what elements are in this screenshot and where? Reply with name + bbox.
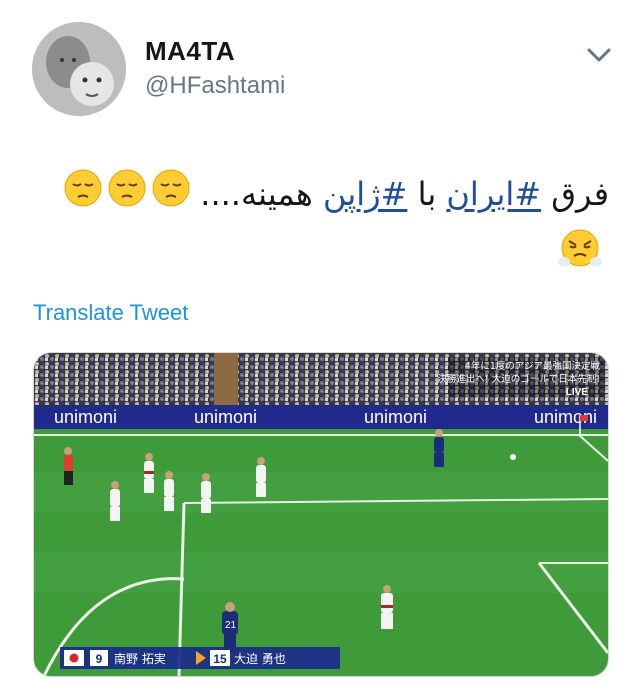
ad-board-text: unimoni [194, 407, 257, 427]
pensive-face-icon [64, 168, 102, 224]
ad-board-text: unimoni [364, 407, 427, 427]
player-2-number: 15 [213, 652, 227, 666]
pensive-face-icon [108, 168, 146, 224]
tweet-text: فرق #ایران با #ژاپن همینه.... [19, 166, 609, 224]
face-with-steam-icon [558, 228, 602, 275]
pensive-face-icon [152, 168, 190, 224]
player-1-number: 9 [96, 652, 103, 666]
tweet-text-end: همینه.... [200, 175, 323, 213]
player-2-name: 大迫 勇也 [234, 652, 286, 666]
user-handle[interactable]: @HFashtami [145, 72, 285, 100]
ad-board-text: unimoni [54, 407, 117, 427]
jersey-number: 21 [225, 620, 237, 631]
broadcast-caption: 4年に1度のアジア最強国決定戦 [465, 360, 601, 372]
tweet-text-middle: با [407, 175, 447, 213]
broadcast-caption: 決勝進出へ! 大迫のゴールで日本先制! [437, 373, 600, 385]
chevron-down-icon[interactable] [584, 44, 614, 66]
player-1-name: 南野 拓実 [114, 651, 166, 666]
tweet-text-start: فرق [541, 175, 609, 213]
tweet-media-image[interactable]: unimoni unimoni unimoni unimoni 21 4年に1度… [33, 352, 609, 677]
hashtag-japan[interactable]: #ژاپن [323, 175, 407, 213]
live-label: LIVE [566, 387, 589, 398]
soccer-broadcast-frame: unimoni unimoni unimoni unimoni 21 4年に1度… [34, 353, 608, 676]
hashtag-iran[interactable]: #ایران [446, 175, 541, 213]
avatar[interactable] [32, 22, 126, 116]
display-name[interactable]: MA4TA [145, 36, 235, 67]
translate-tweet-link[interactable]: Translate Tweet [33, 300, 188, 326]
